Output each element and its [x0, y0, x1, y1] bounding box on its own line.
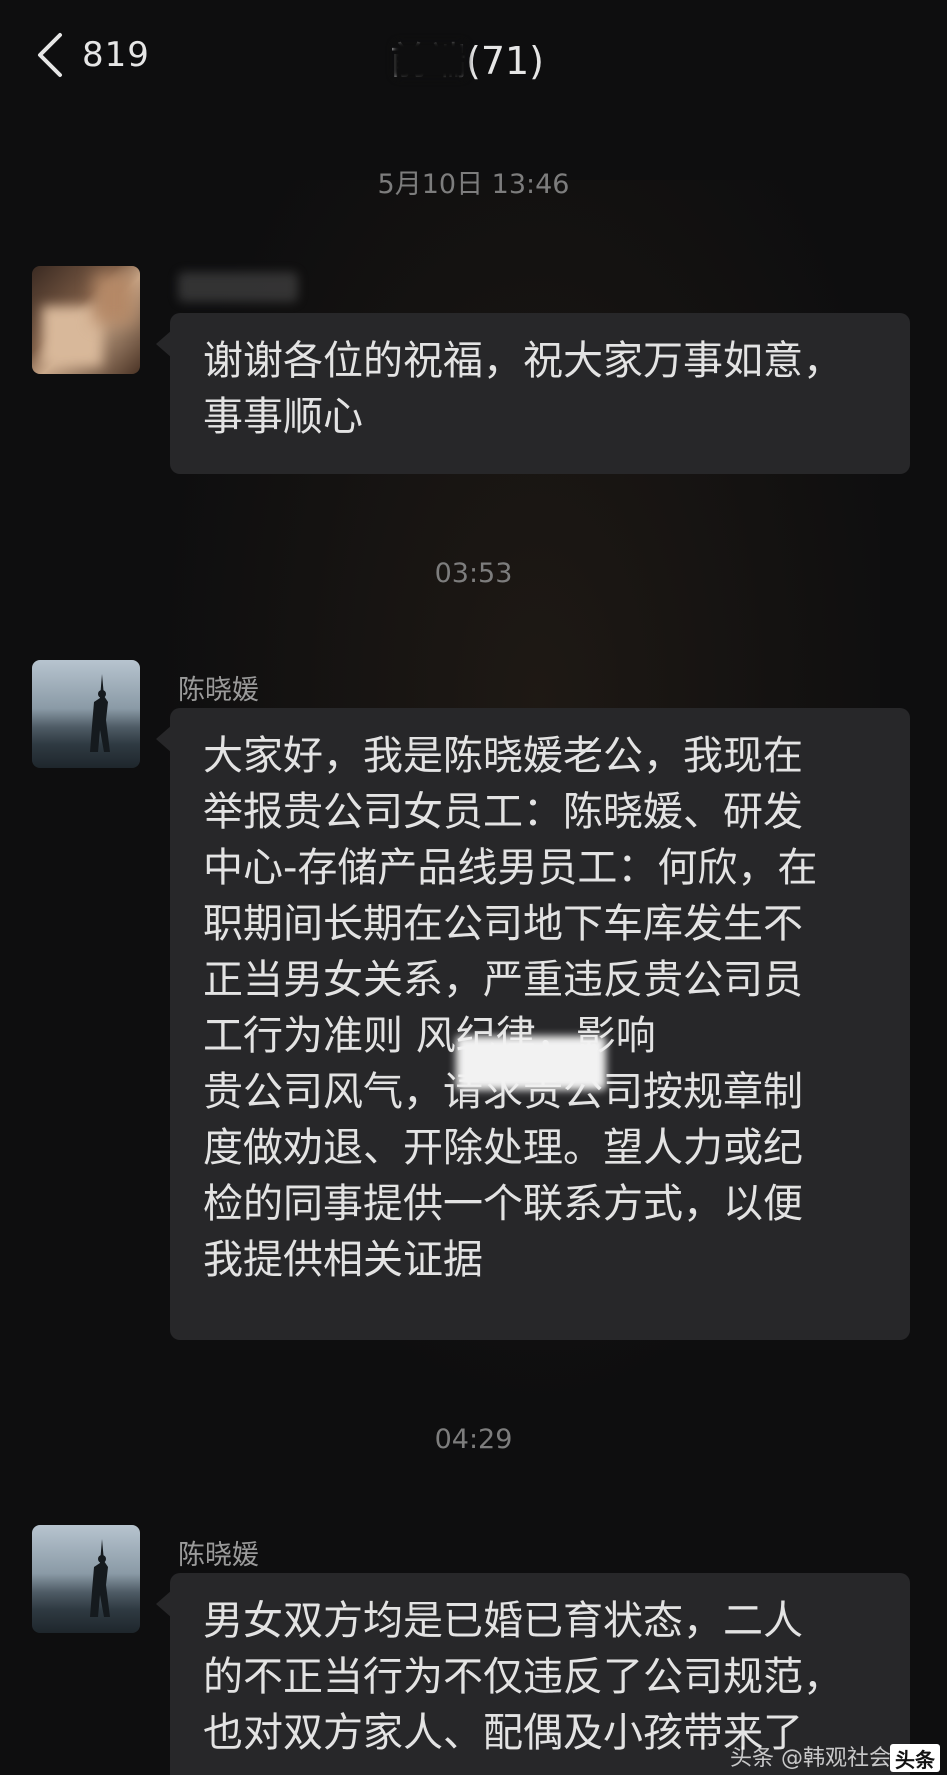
- sender-name: 陈晓媛: [178, 1540, 259, 1571]
- message-timestamp: 04:29: [434, 1424, 513, 1455]
- message-timestamp: 5月10日 13:46: [377, 169, 570, 200]
- chat-header: 819 前端(71): [0, 0, 947, 110]
- sender-name-redaction: [178, 272, 298, 302]
- avatar-figure-icon: [90, 674, 110, 752]
- watermark-logo: 头条: [890, 1744, 940, 1772]
- avatar[interactable]: [32, 266, 140, 374]
- avatar-figure-icon: [90, 1539, 110, 1617]
- avatar[interactable]: [32, 660, 140, 768]
- chevron-left-icon: [38, 33, 62, 77]
- message-bubble[interactable]: 谢谢各位的祝福，祝大家万事如意， 事事顺心: [170, 313, 910, 474]
- title-redaction: [392, 40, 468, 80]
- unread-count: 819: [82, 35, 150, 75]
- message-timestamp: 03:53: [434, 558, 513, 589]
- avatar[interactable]: [32, 1525, 140, 1633]
- back-button[interactable]: 819: [36, 26, 186, 84]
- watermark-text: 头条 @韩观社会: [730, 1746, 891, 1771]
- sender-name: 陈晓媛: [178, 675, 259, 706]
- message-bubble[interactable]: 大家好，我是陈晓媛老公，我现在 举报贵公司女员工：陈晓媛、研发 中心-存储产品线…: [170, 708, 910, 1340]
- text-redaction: [456, 1036, 606, 1090]
